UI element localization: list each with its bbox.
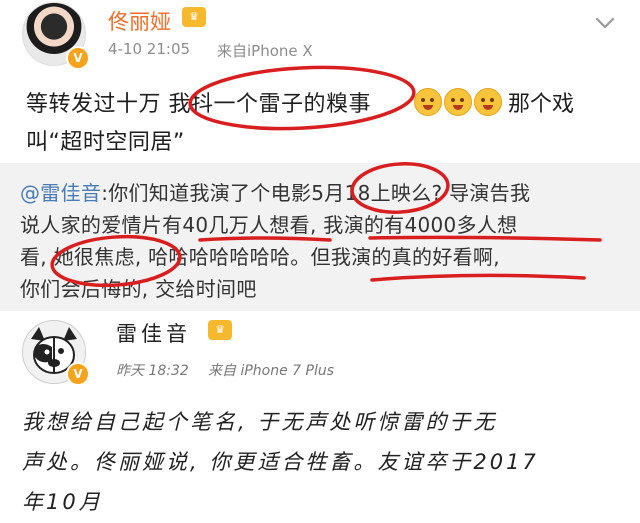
quoted-line2: 说人家的爱情片有40几万人想看, 我演的有4000多人想 [20, 213, 518, 237]
quoted-line4: 你们会后悔的, 交给时间吧 [20, 277, 257, 301]
chevron-down-icon[interactable] [592, 10, 618, 36]
verified-badge-icon: V [66, 362, 90, 386]
crown-badge-icon: ♛ [208, 320, 232, 340]
mention-link[interactable]: @雷佳音 [20, 181, 101, 205]
emoji-icon [474, 88, 502, 116]
reply-text-line1: 我想给自己起个笔名, 于无声处听惊雷的于无 [22, 410, 498, 434]
author-name[interactable]: 雷佳音 [116, 318, 191, 348]
emoji-icon [414, 88, 442, 116]
post-time: 4-10 21:05 [108, 40, 191, 58]
emoji-icon [444, 88, 472, 116]
quoted-line1: @雷佳音:你们知道我演了个电影5月18上映么? 导演告我 [20, 177, 530, 206]
crown-badge-icon: ♛ [182, 7, 206, 27]
reply-text-line3: 年10月 [22, 490, 103, 514]
post-text-line1: 等转发过十万 我抖一个雷子的糗事 [26, 92, 371, 117]
quoted-line1-text: :你们知道我演了个电影5月18上映么? 导演告我 [101, 181, 531, 205]
quoted-line3: 看, 她很焦虑, 哈哈哈哈哈哈哈。但我演的真的好看啊, [20, 245, 500, 269]
post-text-tail: 那个戏 [508, 92, 575, 117]
post-text-line2: 叫“超时空同居” [26, 130, 185, 155]
author-name[interactable]: 佟丽娅 [108, 6, 171, 36]
post-time: 昨天 18:32 [116, 363, 189, 379]
verified-badge-icon: V [66, 46, 90, 70]
reply-text-line2: 声处。佟丽娅说, 你更适合牲畜。友谊卒于2017 [22, 450, 539, 474]
post-source: 来自iPhone X [217, 42, 313, 60]
quoted-post[interactable]: @雷佳音:你们知道我演了个电影5月18上映么? 导演告我 说人家的爱情片有40几… [0, 163, 640, 311]
post-source: 来自 iPhone 7 Plus [208, 363, 335, 379]
